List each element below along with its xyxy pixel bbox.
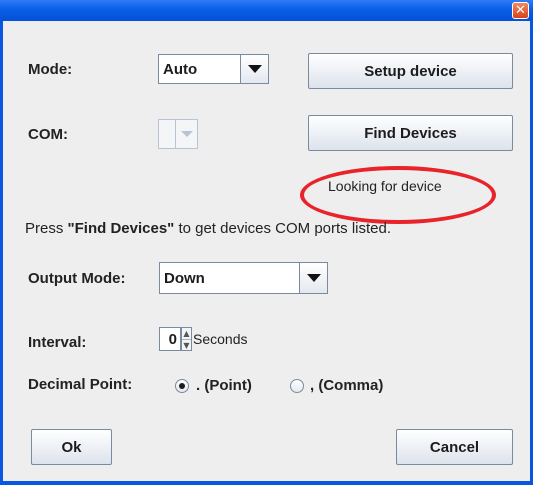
radio-point-label[interactable]: . (Point): [196, 377, 252, 394]
interval-unit: Seconds: [193, 331, 248, 347]
find-devices-button[interactable]: Find Devices: [308, 115, 513, 151]
com-dropdown[interactable]: [158, 119, 198, 149]
hint-emphasis: "Find Devices": [67, 220, 175, 237]
highlight-annotation: [300, 166, 496, 224]
cancel-button[interactable]: Cancel: [396, 429, 513, 465]
hint-suffix: to get devices COM ports listed.: [174, 220, 392, 237]
title-bar[interactable]: ✕: [0, 0, 533, 21]
increment-icon[interactable]: ▲: [182, 328, 191, 339]
close-icon[interactable]: ✕: [512, 2, 529, 19]
chevron-down-icon[interactable]: [175, 120, 197, 148]
interval-input[interactable]: 0: [159, 327, 181, 351]
com-label: COM:: [28, 126, 68, 143]
radio-point[interactable]: [175, 379, 189, 393]
interval-label: Interval:: [28, 334, 87, 351]
radio-comma-label[interactable]: , (Comma): [310, 377, 383, 394]
decrement-icon[interactable]: ▼: [182, 339, 191, 350]
mode-dropdown[interactable]: Auto: [158, 54, 269, 84]
radio-comma[interactable]: [290, 379, 304, 393]
setup-device-button[interactable]: Setup device: [308, 53, 513, 89]
mode-value: Auto: [163, 60, 198, 78]
chevron-down-icon[interactable]: [299, 263, 327, 293]
hint-prefix: Press: [25, 220, 68, 237]
interval-stepper[interactable]: ▲ ▼: [181, 327, 192, 351]
mode-label: Mode:: [28, 61, 73, 78]
output-mode-value: Down: [164, 269, 205, 287]
ok-button[interactable]: Ok: [31, 429, 112, 465]
output-mode-dropdown[interactable]: Down: [159, 262, 328, 294]
decimal-point-label: Decimal Point:: [28, 376, 133, 393]
chevron-down-icon[interactable]: [240, 55, 268, 83]
output-mode-label: Output Mode:: [28, 270, 126, 287]
hint-text: Press "Find Devices" to get devices COM …: [25, 220, 391, 237]
dialog-window: ✕ Mode: Auto Setup device COM: Find Devi…: [0, 0, 533, 485]
dialog-content: Mode: Auto Setup device COM: Find Device…: [3, 21, 530, 481]
